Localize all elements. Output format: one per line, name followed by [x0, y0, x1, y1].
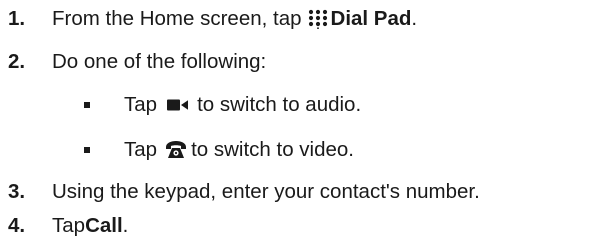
- step-text: Using the keypad, enter your contact's n…: [52, 180, 480, 203]
- call-label: Call: [85, 214, 123, 237]
- phone-handset-icon: [165, 141, 187, 159]
- bullet-icon: [84, 147, 90, 153]
- sub-step-text: to switch to audio.: [197, 93, 362, 116]
- step-punctuation: .: [122, 214, 129, 237]
- sub-step-2: Tap to switch to video.: [84, 136, 354, 164]
- sub-step-text: to switch to video.: [191, 138, 355, 161]
- sub-step-1: Tap to switch to audio.: [84, 91, 361, 119]
- step-number: 3.: [8, 180, 26, 203]
- step-1: 1. From the Home screen, tap Dial Pad .: [0, 5, 417, 33]
- step-3: 3. Using the keypad, enter your contact'…: [0, 178, 480, 206]
- step-number: 2.: [8, 50, 26, 73]
- step-2: 2. Do one of the following:: [0, 48, 266, 76]
- step-text: Tap: [52, 214, 86, 237]
- step-punctuation: .: [411, 7, 418, 30]
- step-text: Do one of the following:: [52, 50, 267, 73]
- step-text: From the Home screen, tap: [52, 7, 302, 30]
- bullet-icon: [84, 102, 90, 108]
- step-4: 4. Tap Call .: [0, 212, 128, 240]
- dial-pad-icon: [308, 9, 328, 29]
- step-number: 1.: [8, 7, 26, 30]
- video-camera-icon: [167, 99, 189, 111]
- sub-step-text: Tap: [124, 138, 158, 161]
- sub-step-text: Tap: [124, 93, 158, 116]
- step-number: 4.: [8, 214, 26, 237]
- dial-pad-label: Dial Pad: [330, 7, 412, 30]
